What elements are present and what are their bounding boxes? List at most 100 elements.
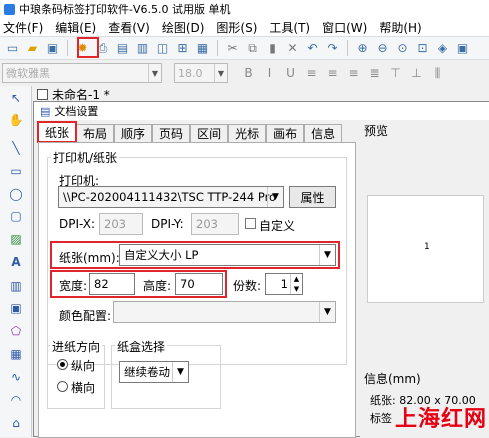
- landscape-radio[interactable]: [57, 381, 68, 392]
- chevron-down-icon: ▼: [214, 64, 227, 82]
- tab-layout[interactable]: 布局: [76, 124, 115, 142]
- zoom-actual-icon[interactable]: ⊡: [414, 40, 431, 57]
- font-size-select[interactable]: 18.0 ▼: [174, 63, 228, 83]
- table-icon[interactable]: ▦: [8, 346, 24, 362]
- paper-panel: 打印机/纸张 打印机: \\PC-202004111432\TSC TTP-24…: [38, 142, 356, 438]
- arc-icon[interactable]: ◠: [8, 392, 24, 408]
- tab-canvas[interactable]: 画布: [266, 124, 305, 142]
- tab-page-number[interactable]: 页码: [152, 124, 191, 142]
- document-tab-title: 未命名-1 *: [52, 87, 110, 102]
- image-icon[interactable]: ▨: [8, 231, 24, 247]
- dpi-y-field[interactable]: 203: [191, 213, 239, 235]
- paste-icon[interactable]: ▮: [264, 40, 281, 57]
- color-profile-select[interactable]: ▼: [113, 301, 336, 323]
- preview-label: 预览: [364, 124, 389, 138]
- tab-cursor[interactable]: 光标: [228, 124, 267, 142]
- toolbar-separator: [347, 40, 348, 56]
- undo-icon[interactable]: ↶: [304, 40, 321, 57]
- copy-icon[interactable]: ⧉: [244, 40, 261, 57]
- portrait-radio[interactable]: [57, 359, 68, 370]
- font-family-value: 微软雅黑: [6, 67, 50, 80]
- copies-field[interactable]: 1 ▲ ▼: [265, 273, 303, 295]
- chevron-down-icon: ▼: [148, 64, 161, 82]
- cut-icon[interactable]: ✂: [224, 40, 241, 57]
- menu-draw[interactable]: 绘图(D): [162, 19, 205, 36]
- redo-icon[interactable]: ↷: [324, 40, 341, 57]
- landscape-label: 横向: [71, 381, 96, 395]
- properties-button[interactable]: 属性: [289, 186, 336, 208]
- document-tab[interactable]: 未命名-1 *: [33, 86, 173, 102]
- printer-select[interactable]: \\PC-202004111432\TSC TTP-244 Pro ▼: [58, 186, 284, 208]
- portrait-label: 纵向: [71, 359, 96, 373]
- shape-icon[interactable]: ⬠: [8, 323, 24, 339]
- new-icon[interactable]: ▭: [4, 40, 21, 57]
- dpi-y-value: 203: [196, 217, 218, 231]
- underline-icon[interactable]: U: [282, 65, 299, 82]
- italic-icon[interactable]: I: [261, 65, 278, 82]
- delete-icon[interactable]: ✕: [284, 40, 301, 57]
- tab-info[interactable]: 信息: [304, 124, 343, 142]
- polygon-icon[interactable]: ⌂: [8, 415, 24, 431]
- save-icon[interactable]: ▣: [44, 40, 61, 57]
- text-icon[interactable]: A: [8, 254, 24, 270]
- menu-window[interactable]: 窗口(W): [322, 19, 367, 36]
- zoom-in-icon[interactable]: ⊕: [354, 40, 371, 57]
- menu-help[interactable]: 帮助(H): [379, 19, 421, 36]
- document-settings-highlight: [77, 37, 99, 58]
- align-top-icon[interactable]: ⊤: [387, 65, 404, 82]
- fullscreen-icon[interactable]: ◈: [434, 40, 451, 57]
- paper-size-highlight: [50, 241, 340, 269]
- curve-icon[interactable]: ∿: [8, 369, 24, 385]
- dpi-x-label: DPI-X:: [59, 217, 96, 231]
- dpi-x-value: 203: [104, 217, 126, 231]
- menu-shape[interactable]: 图形(S): [216, 19, 257, 36]
- line-icon[interactable]: ╲: [8, 140, 24, 156]
- align-right-icon[interactable]: ≡: [345, 65, 362, 82]
- menu-bar: 文件(F) 编辑(E) 查看(V) 绘图(D) 图形(S) 工具(T) 窗口(W…: [0, 18, 489, 36]
- copies-spinner-icon[interactable]: ▲ ▼: [290, 274, 302, 294]
- align-center-icon[interactable]: ≡: [324, 65, 341, 82]
- custom-dpi-checkbox[interactable]: [245, 218, 256, 229]
- hand-icon[interactable]: ✋: [8, 112, 24, 128]
- print-setup-icon[interactable]: ▥: [134, 40, 151, 57]
- tab-range[interactable]: 区间: [190, 124, 229, 142]
- rectangle-icon[interactable]: ▭: [8, 163, 24, 179]
- tray-select[interactable]: 继续卷动 ▼: [119, 361, 189, 383]
- menu-file[interactable]: 文件(F): [3, 19, 43, 36]
- dialog-title-bar: ▤ 文档设置: [34, 102, 489, 120]
- pointer-icon[interactable]: ↖: [8, 90, 24, 106]
- zoom-fit-icon[interactable]: ⊙: [394, 40, 411, 57]
- database-icon[interactable]: ◫: [154, 40, 171, 57]
- dpi-x-field[interactable]: 203: [99, 213, 143, 235]
- barcode-wizard-icon[interactable]: ⊞: [174, 40, 191, 57]
- tab-order[interactable]: 顺序: [114, 124, 153, 142]
- paper-tab-highlight: [37, 121, 77, 143]
- menu-tools[interactable]: 工具(T): [269, 19, 310, 36]
- bold-icon[interactable]: B: [240, 65, 257, 82]
- open-icon[interactable]: ▰: [24, 40, 41, 57]
- zoom-out-icon[interactable]: ⊖: [374, 40, 391, 57]
- ellipse-icon[interactable]: ◯: [8, 186, 24, 202]
- barcode-icon[interactable]: ▥: [8, 278, 24, 294]
- menu-view[interactable]: 查看(V): [108, 19, 150, 36]
- distribute-icon[interactable]: ⫼: [429, 65, 446, 82]
- title-bar: 中琅条码标签打印软件-V6.5.0 试用版 单机: [0, 0, 489, 18]
- grid-icon[interactable]: ▦: [194, 40, 211, 57]
- font-family-select[interactable]: 微软雅黑 ▼: [2, 63, 162, 83]
- print-preview-icon[interactable]: ▤: [114, 40, 131, 57]
- justify-icon[interactable]: ≣: [366, 65, 383, 82]
- align-bottom-icon[interactable]: ⊥: [408, 65, 425, 82]
- preview-paper: 1: [367, 195, 484, 303]
- chevron-down-icon: ▼: [267, 187, 283, 207]
- preview-page-number: 1: [424, 242, 430, 252]
- watermark: 上海红网: [394, 407, 487, 432]
- color-profile-label: 颜色配置:: [59, 309, 112, 323]
- more-tool-icon[interactable]: ▣: [454, 40, 471, 57]
- align-left-icon[interactable]: ≡: [303, 65, 320, 82]
- chevron-down-icon: ▼: [172, 362, 188, 382]
- menu-edit[interactable]: 编辑(E): [55, 19, 96, 36]
- dialog-title: 文档设置: [54, 105, 99, 118]
- toolbar-separator: [217, 40, 218, 56]
- rounded-rect-icon[interactable]: ▢: [8, 208, 24, 224]
- qr-code-icon[interactable]: ▣: [8, 300, 24, 316]
